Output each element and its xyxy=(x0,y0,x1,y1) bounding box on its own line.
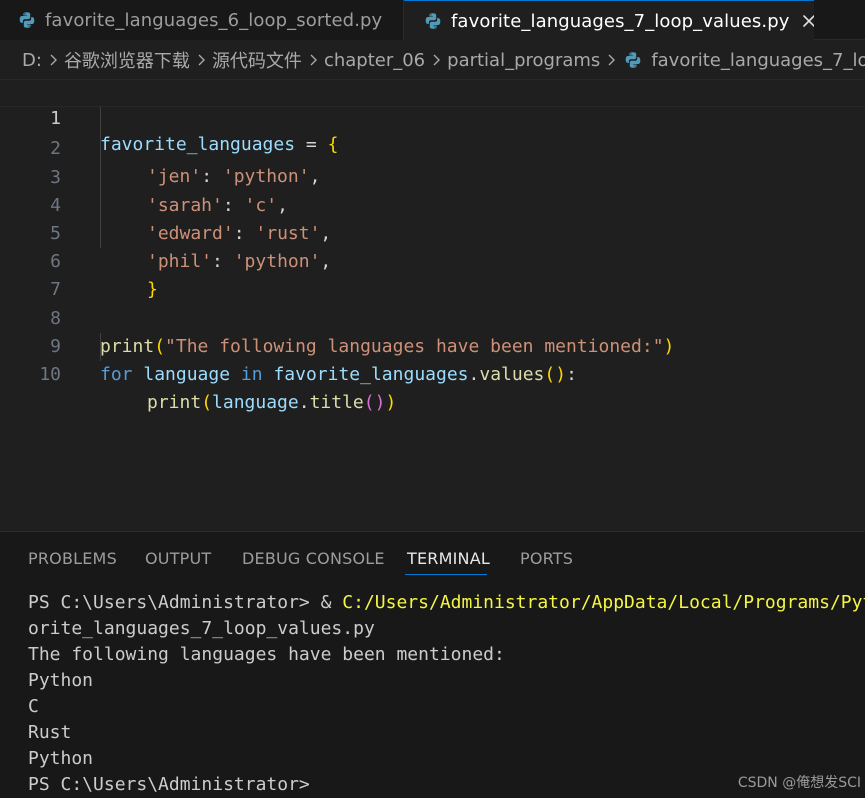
code-line: 7 xyxy=(0,248,865,300)
code-line: 6 } xyxy=(0,220,865,300)
tab-debug-console[interactable]: DEBUG CONSOLE xyxy=(242,549,385,568)
code-token: title xyxy=(309,392,364,413)
breadcrumb-item-drive[interactable]: D: xyxy=(22,50,42,71)
terminal-line: The following languages have been mentio… xyxy=(28,644,505,665)
python-icon xyxy=(19,12,35,28)
terminal-command-path: C:/Users/Administrator/AppData/Local/Pro… xyxy=(342,592,865,613)
tab-terminal[interactable]: TERMINAL xyxy=(407,549,490,568)
terminal-output[interactable]: PS C:\Users\Administrator> & C:/Users/Ad… xyxy=(28,590,865,798)
code-token: : xyxy=(566,364,577,385)
breadcrumb-item-file[interactable]: favorite_languages_7_lo xyxy=(651,50,865,71)
chevron-right-icon xyxy=(42,51,64,69)
editor-tab-bar: favorite_languages_6_loop_sorted.py favo… xyxy=(0,0,865,41)
tab-label: favorite_languages_6_loop_sorted.py xyxy=(45,9,383,31)
code-token: language xyxy=(143,364,231,385)
breadcrumb-item-downloads[interactable]: 谷歌浏览器下载 xyxy=(64,47,190,73)
code-token: print xyxy=(147,392,202,413)
code-token: ) xyxy=(385,392,397,413)
tab-close-button[interactable] xyxy=(802,11,814,31)
code-token: favorite_languages xyxy=(273,364,469,385)
chevron-right-icon xyxy=(190,51,212,69)
tab-favorite-languages-6[interactable]: favorite_languages_6_loop_sorted.py xyxy=(0,0,404,40)
chevron-right-icon xyxy=(302,51,324,69)
code-line: 3 'sarah': 'c', xyxy=(0,136,865,216)
code-token: ( xyxy=(201,392,213,413)
vscode-window: favorite_languages_6_loop_sorted.py favo… xyxy=(0,0,865,798)
terminal-prompt: PS C:\Users\Administrator> & xyxy=(28,592,343,613)
code-token: language xyxy=(212,392,299,413)
chevron-right-icon xyxy=(425,51,447,69)
bottom-panel: PROBLEMS OUTPUT DEBUG CONSOLE TERMINAL P… xyxy=(0,531,865,798)
code-token: . xyxy=(298,392,310,413)
line-number: 10 xyxy=(39,364,61,385)
tab-ports[interactable]: PORTS xyxy=(520,549,573,568)
panel-tab-bar: PROBLEMS OUTPUT DEBUG CONSOLE TERMINAL P… xyxy=(0,532,865,584)
close-icon xyxy=(802,15,814,27)
code-line: 10 print(language.title()) xyxy=(0,333,865,413)
code-token: in xyxy=(240,364,263,385)
terminal-line: C xyxy=(28,696,39,717)
chevron-right-icon xyxy=(600,51,622,69)
code-line: 1 favorite_languages = { xyxy=(0,79,865,155)
tab-favorite-languages-7[interactable]: favorite_languages_7_loop_values.py xyxy=(404,0,814,41)
breadcrumb-item-partial[interactable]: partial_programs xyxy=(447,50,600,71)
code-token: . xyxy=(468,364,480,385)
breadcrumb: D: 谷歌浏览器下载 源代码文件 chapter_06 partial_prog… xyxy=(0,41,865,79)
code-line: 4 'edward': 'rust', xyxy=(0,164,865,244)
terminal-line: PS C:\Users\Administrator> & C:/Users/Ad… xyxy=(28,590,865,616)
code-line: 8 print("The following languages have be… xyxy=(0,277,865,357)
watermark: CSDN @俺想发SCI xyxy=(737,775,861,791)
tab-problems[interactable]: PROBLEMS xyxy=(28,549,117,568)
python-icon xyxy=(425,13,441,29)
code-token: values xyxy=(479,364,545,385)
code-token: () xyxy=(363,392,386,413)
terminal-line: orite_languages_7_loop_values.py xyxy=(28,618,375,639)
active-tab-indicator xyxy=(405,574,487,575)
breadcrumb-item-chapter[interactable]: chapter_06 xyxy=(324,50,425,71)
code-token: for xyxy=(100,364,133,385)
code-line: 2 'jen': 'python', xyxy=(0,107,865,187)
terminal-line: Python xyxy=(28,670,94,691)
code-line: 5 'phil': 'python', xyxy=(0,192,865,272)
terminal-line: Python xyxy=(28,748,94,769)
breadcrumb-item-source[interactable]: 源代码文件 xyxy=(212,47,302,73)
tab-output[interactable]: OUTPUT xyxy=(145,549,211,568)
code-editor[interactable]: 1 favorite_languages = { 2 'jen': 'pytho… xyxy=(0,79,865,531)
tab-label: favorite_languages_7_loop_values.py xyxy=(451,10,790,32)
code-line: 9 for language in favorite_languages.val… xyxy=(0,305,865,385)
terminal-line: Rust xyxy=(28,722,72,743)
code-token: () xyxy=(544,364,567,385)
python-icon xyxy=(626,52,641,68)
